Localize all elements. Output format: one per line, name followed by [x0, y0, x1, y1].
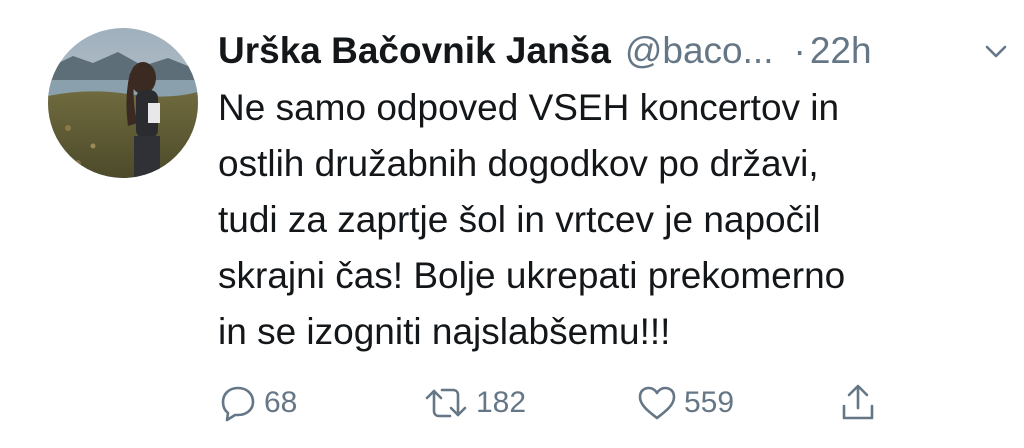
reply-button[interactable]: 68 — [218, 380, 297, 426]
share-button[interactable] — [838, 380, 878, 426]
author-name[interactable]: Urška Bačovnik Janša — [218, 30, 611, 72]
author-handle[interactable]: @baco... — [625, 30, 774, 72]
tweet-text-line: in se izogniti najslabšemu!!! — [218, 311, 671, 352]
tweet[interactable]: Urška Bačovnik Janša @baco... · 22h Ne s… — [0, 0, 1024, 448]
retweet-button[interactable]: 182 — [422, 380, 526, 426]
avatar[interactable] — [48, 28, 198, 178]
tweet-text-line: tudi za zaprtje šol in vrtcev je napočil — [218, 199, 821, 240]
like-button[interactable]: 559 — [636, 380, 734, 426]
profile-photo-icon — [48, 28, 198, 178]
tweet-header: Urška Bačovnik Janša @baco... · 22h — [218, 26, 872, 76]
share-icon — [842, 384, 874, 420]
timestamp[interactable]: 22h — [810, 30, 872, 72]
tweet-text: Ne samo odpoved VSEH koncertov in ostlih… — [218, 80, 998, 360]
tweet-text-line: Ne samo odpoved VSEH koncertov in — [218, 87, 840, 128]
reply-count: 68 — [264, 386, 298, 419]
like-count: 559 — [684, 386, 735, 419]
retweet-icon — [425, 388, 467, 418]
tweet-text-line: ostlih družabnih dogodkov po državi, — [218, 143, 819, 184]
tweet-text-line: skrajni čas! Bolje ukrepati prekomerno — [218, 255, 846, 296]
heart-icon — [638, 386, 676, 420]
retweet-count: 182 — [476, 386, 527, 419]
action-bar: 68 182 559 — [218, 380, 918, 426]
reply-icon — [221, 386, 255, 422]
chevron-down-icon[interactable] — [984, 44, 1008, 60]
separator-dot: · — [793, 30, 806, 71]
